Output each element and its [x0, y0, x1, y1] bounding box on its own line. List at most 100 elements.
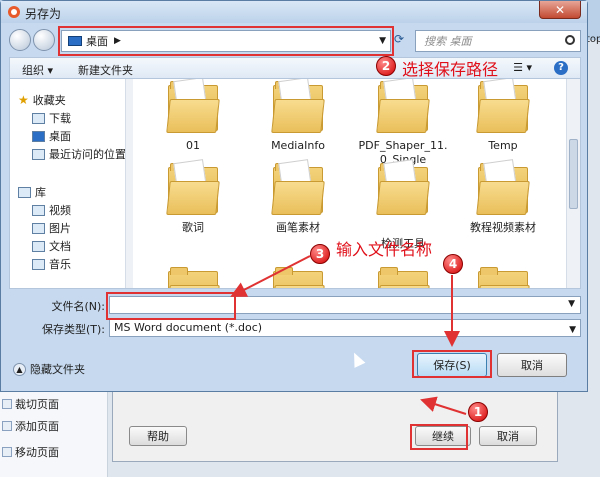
nav-videos[interactable]: 视频 — [32, 201, 71, 219]
hide-folders-toggle[interactable]: ▲ 隐藏文件夹 — [13, 361, 85, 377]
folder-label: 01 — [186, 139, 200, 152]
address-path: 桌面 — [86, 35, 108, 48]
filename-row: 文件名(N): ▼ — [9, 296, 581, 314]
folder-item[interactable]: 01 — [143, 79, 243, 153]
view-options-icon[interactable]: ☰ ▾ — [513, 61, 532, 74]
chevron-down-icon[interactable]: ▼ — [568, 299, 575, 309]
background-corner-text: top — [586, 34, 600, 45]
folder-icon — [166, 265, 220, 288]
folder-item[interactable] — [248, 265, 348, 288]
filename-input[interactable] — [109, 296, 581, 314]
library-icon — [18, 186, 31, 198]
star-icon: ★ — [18, 93, 29, 107]
nav-desktop[interactable]: 桌面 — [32, 127, 71, 145]
filetype-value: MS Word document (*.doc) — [114, 321, 263, 334]
nav-label: 下载 — [49, 112, 71, 125]
nav-label: 收藏夹 — [32, 94, 66, 107]
folder-item[interactable]: 教程视频素材 — [453, 159, 553, 235]
recent-places-icon — [32, 148, 45, 160]
continue-button[interactable]: 继续 — [415, 426, 471, 446]
close-button[interactable]: ✕ — [539, 1, 581, 19]
nav-scrollbar[interactable] — [125, 79, 133, 288]
step-3-marker: 3 — [310, 244, 330, 264]
folder-item[interactable] — [453, 265, 553, 288]
organize-button[interactable]: 组织 ▾ — [22, 62, 53, 78]
nav-documents[interactable]: 文档 — [32, 237, 71, 255]
sidebar-item-add-page[interactable]: 添加页面 — [2, 416, 59, 436]
nav-libraries[interactable]: 库 — [18, 183, 46, 201]
downloads-icon — [32, 112, 45, 124]
music-icon — [32, 258, 45, 270]
address-bar-row: 桌面 ▶ ▼ ⟳ 搜索 桌面 — [1, 23, 587, 57]
background-cancel-button[interactable]: 取消 — [479, 426, 537, 446]
folder-item[interactable] — [143, 265, 243, 288]
desktop-icon — [32, 130, 45, 142]
folder-icon — [376, 265, 430, 288]
folder-item[interactable]: 歌词 — [143, 159, 243, 235]
step-1-marker: 1 — [468, 402, 488, 422]
help-button[interactable]: 帮助 — [129, 426, 187, 446]
nav-label: 图片 — [49, 222, 71, 235]
folder-item[interactable]: MediaInfo — [248, 79, 348, 153]
folder-icon — [376, 79, 430, 133]
folder-label: 歌词 — [182, 221, 204, 234]
folder-item[interactable] — [353, 265, 453, 288]
cancel-button[interactable]: 取消 — [497, 353, 567, 377]
nav-recent[interactable]: 最近访问的位置 — [32, 145, 126, 163]
folder-icon — [271, 265, 325, 288]
hide-folders-label: 隐藏文件夹 — [30, 363, 85, 376]
dialog-title: 另存为 — [25, 7, 62, 21]
address-bar[interactable]: 桌面 ▶ ▼ — [61, 30, 391, 52]
move-page-icon — [2, 447, 12, 457]
background-sidebar: 裁切页面 添加页面 移动页面 — [0, 392, 108, 477]
file-scrollbar[interactable] — [566, 79, 580, 288]
nav-label: 文档 — [49, 240, 71, 253]
nav-favorites[interactable]: ★ 收藏夹 — [18, 91, 66, 109]
navigation-pane: ★ 收藏夹 下载 桌面 最近访问的位置 库 视频 图片 文档 音乐 — [9, 79, 133, 289]
folder-item[interactable]: Temp — [453, 79, 553, 153]
step-2-marker: 2 — [376, 56, 396, 76]
close-icon: ✕ — [554, 2, 566, 17]
filetype-label: 保存类型(T): — [41, 323, 105, 336]
search-input[interactable]: 搜索 桌面 — [415, 30, 581, 52]
help-icon[interactable]: ? — [554, 61, 568, 75]
desktop-icon — [68, 36, 82, 46]
pictures-icon — [32, 222, 45, 234]
filename-label: 文件名(N): — [51, 300, 105, 313]
breadcrumb-arrow-icon: ▶ — [114, 36, 121, 46]
nav-music[interactable]: 音乐 — [32, 255, 71, 273]
filetype-select[interactable]: MS Word document (*.doc) ▼ — [109, 319, 581, 337]
documents-icon — [32, 240, 45, 252]
step-2-text: 选择保存路径 — [402, 60, 499, 79]
sidebar-item-crop[interactable]: 裁切页面 — [2, 394, 59, 414]
chevron-down-icon[interactable]: ▼ — [379, 36, 386, 46]
folder-icon — [271, 79, 325, 133]
folder-icon — [166, 79, 220, 133]
nav-downloads[interactable]: 下载 — [32, 109, 71, 127]
crop-icon — [2, 399, 12, 409]
refresh-icon[interactable]: ⟳ — [394, 32, 410, 50]
folder-icon — [376, 159, 430, 215]
filetype-row: 保存类型(T): MS Word document (*.doc) ▼ — [9, 319, 581, 337]
folder-item[interactable]: 画笔素材 — [248, 159, 348, 235]
app-logo-icon — [8, 6, 20, 18]
folder-item[interactable]: PDF_Shaper_11. 0_Single — [353, 79, 453, 167]
save-as-dialog: 另存为 ✕ 桌面 ▶ ▼ ⟳ 搜索 桌面 组织 ▾ 新建文件夹 ☰ ▾ ? ★ 收… — [0, 0, 588, 392]
nav-label: 视频 — [49, 204, 71, 217]
search-placeholder: 搜索 桌面 — [424, 35, 472, 48]
back-button[interactable] — [9, 29, 31, 51]
sidebar-item-move-page[interactable]: 移动页面 — [2, 442, 59, 462]
folder-icon — [476, 159, 530, 215]
nav-pictures[interactable]: 图片 — [32, 219, 71, 237]
save-button[interactable]: 保存(S) — [417, 353, 487, 377]
folder-icon — [476, 79, 530, 133]
scrollbar-thumb[interactable] — [569, 139, 578, 209]
folder-icon — [166, 159, 220, 215]
forward-button[interactable] — [33, 29, 55, 51]
add-page-icon — [2, 421, 12, 431]
background-dialog: 帮助 继续 取消 — [112, 392, 558, 462]
folder-label: Temp — [488, 139, 518, 152]
folder-icon — [476, 265, 530, 288]
new-folder-button[interactable]: 新建文件夹 — [78, 62, 133, 78]
chevron-up-icon: ▲ — [13, 362, 26, 376]
